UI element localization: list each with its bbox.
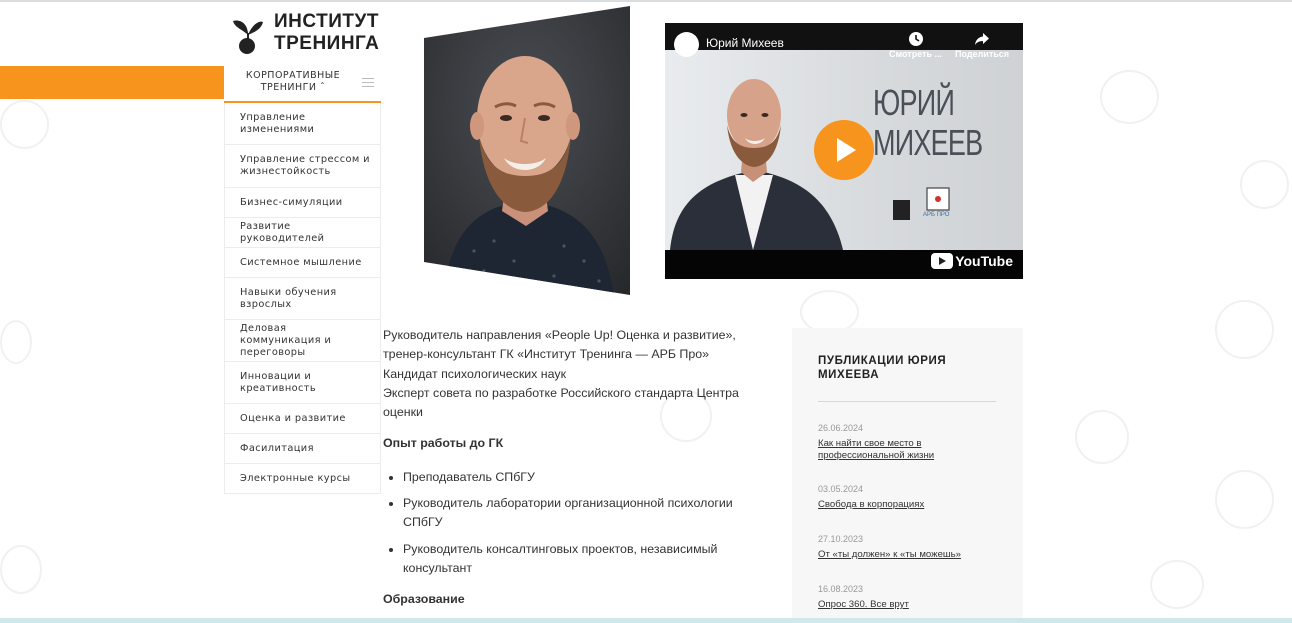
bio-content: Руководитель направления «People Up! Оце… [383, 326, 763, 610]
institute-mini-logo [893, 200, 910, 220]
publication-date: 16.08.2023 [818, 584, 864, 594]
sidebar-item[interactable]: Деловая коммуникация и переговоры [225, 320, 380, 362]
publications-divider [818, 401, 996, 402]
publications-title: ПУБЛИКАЦИИ ЮРИЯ МИХЕЕВА [818, 355, 947, 381]
share-arrow-icon [975, 33, 989, 45]
youtube-logo[interactable]: YouTube [931, 253, 1013, 269]
youtube-play-icon [931, 253, 954, 269]
overlay-brand-label: АРБ ПРО [923, 212, 950, 218]
sidebar-item[interactable]: Управление изменениями [225, 103, 380, 145]
experience-item: Руководитель лаборатории организационной… [403, 494, 763, 533]
bio-line: тренер-консультант ГК «Институт Тренинга… [383, 347, 710, 362]
background-doodle [1240, 160, 1289, 209]
experience-item: Руководитель консалтинговых проектов, не… [403, 540, 763, 579]
publication-link[interactable]: Свобода в корпорациях [818, 499, 1008, 511]
watch-later-label: Смотреть ... [889, 49, 943, 59]
experience-item: Преподаватель СПбГУ [403, 468, 763, 487]
background-doodle [1215, 470, 1274, 529]
background-doodle [1100, 70, 1159, 124]
video-player[interactable]: Юрий Михеев Смотреть ... Поделиться ЮРИЙ… [665, 23, 1023, 279]
publication-link[interactable]: Опрос 360. Все врут [818, 599, 1008, 611]
sidebar-list: Управление изменениями Управление стресс… [224, 103, 381, 494]
background-doodle [1075, 410, 1129, 464]
share-label: Поделиться [955, 49, 1010, 59]
publication-item: 03.05.2024 Свобода в корпорациях [818, 484, 1008, 511]
overlay-first-name: ЮРИЙ [873, 82, 955, 123]
sidebar-item[interactable]: Развитие руководителей [225, 218, 380, 248]
clock-icon [908, 32, 923, 46]
education-heading: Образование [383, 592, 465, 607]
channel-avatar[interactable] [674, 32, 699, 57]
publication-date: 26.06.2024 [818, 423, 864, 433]
sidebar-item[interactable]: Навыки обучения взрослых [225, 278, 380, 320]
overlay-last-name: МИХЕЕВ [873, 122, 983, 163]
watch-later-button[interactable]: Смотреть ... [889, 31, 942, 59]
background-doodle [0, 320, 32, 364]
seedling-logo-icon [233, 20, 263, 54]
sidebar-menu: КОРПОРАТИВНЫЕ ТРЕНИНГИ ˆ Управление изме… [224, 66, 381, 494]
experience-list: Преподаватель СПбГУ Руководитель лаборат… [383, 468, 763, 578]
sidebar-heading-label: КОРПОРАТИВНЫЕ ТРЕНИНГИ ˆ [245, 70, 341, 93]
sidebar-item[interactable]: Электронные курсы [225, 464, 380, 494]
publication-date: 03.05.2024 [818, 484, 864, 494]
publication-item: 16.08.2023 Опрос 360. Все врут [818, 584, 1008, 611]
experience-heading: Опыт работы до ГК [383, 436, 504, 451]
video-title[interactable]: Юрий Михеев [706, 36, 784, 50]
youtube-wordmark: YouTube [955, 253, 1013, 269]
brand-logo[interactable]: ИНСТИТУТ ТРЕНИНГА [232, 11, 382, 55]
footer-strip [0, 618, 1292, 623]
background-doodle [1215, 300, 1274, 359]
publication-item: 26.06.2024 Как найти свое место в профес… [818, 423, 1008, 462]
share-button[interactable]: Поделиться [955, 31, 1009, 59]
brand-line-1: ИНСТИТУТ [274, 11, 379, 32]
brand-name: ИНСТИТУТ ТРЕНИНГА [274, 11, 379, 55]
top-border [0, 0, 1292, 2]
sidebar-heading[interactable]: КОРПОРАТИВНЫЕ ТРЕНИНГИ ˆ [224, 66, 381, 103]
video-overlay-name: ЮРИЙ МИХЕЕВ [873, 82, 983, 163]
background-doodle [1150, 560, 1204, 609]
bio-line: Руководитель направления «People Up! Оце… [383, 328, 736, 342]
bio-line: Эксперт совета по разработке Российского… [383, 385, 739, 420]
publication-item: 27.10.2023 От «ты должен» к «ты можешь» [818, 534, 1008, 561]
publication-link[interactable]: От «ты должен» к «ты можешь» [818, 549, 1008, 561]
publication-link[interactable]: Как найти свое место в профессиональной … [818, 438, 958, 462]
sidebar-item[interactable]: Фасилитация [225, 434, 380, 464]
publications-panel: ПУБЛИКАЦИИ ЮРИЯ МИХЕЕВА 26.06.2024 Как н… [792, 328, 1023, 623]
sidebar-item[interactable]: Оценка и развитие [225, 404, 380, 434]
header-accent-band [0, 66, 224, 99]
brand-line-2: ТРЕНИНГА [274, 33, 380, 54]
sidebar-item[interactable]: Инновации и креативность [225, 362, 380, 404]
background-doodle [0, 100, 49, 149]
portrait-photo [424, 6, 630, 295]
bio-line: Кандидат психологических наук [383, 366, 567, 381]
sidebar-item[interactable]: Управление стрессом и жизнестойкость [225, 145, 380, 188]
sidebar-item[interactable]: Бизнес-симуляции [225, 188, 380, 218]
publication-date: 27.10.2023 [818, 534, 864, 544]
play-button[interactable] [814, 120, 874, 180]
sidebar-item[interactable]: Системное мышление [225, 248, 380, 278]
background-doodle [0, 545, 42, 594]
hamburger-menu-icon[interactable] [362, 78, 374, 87]
